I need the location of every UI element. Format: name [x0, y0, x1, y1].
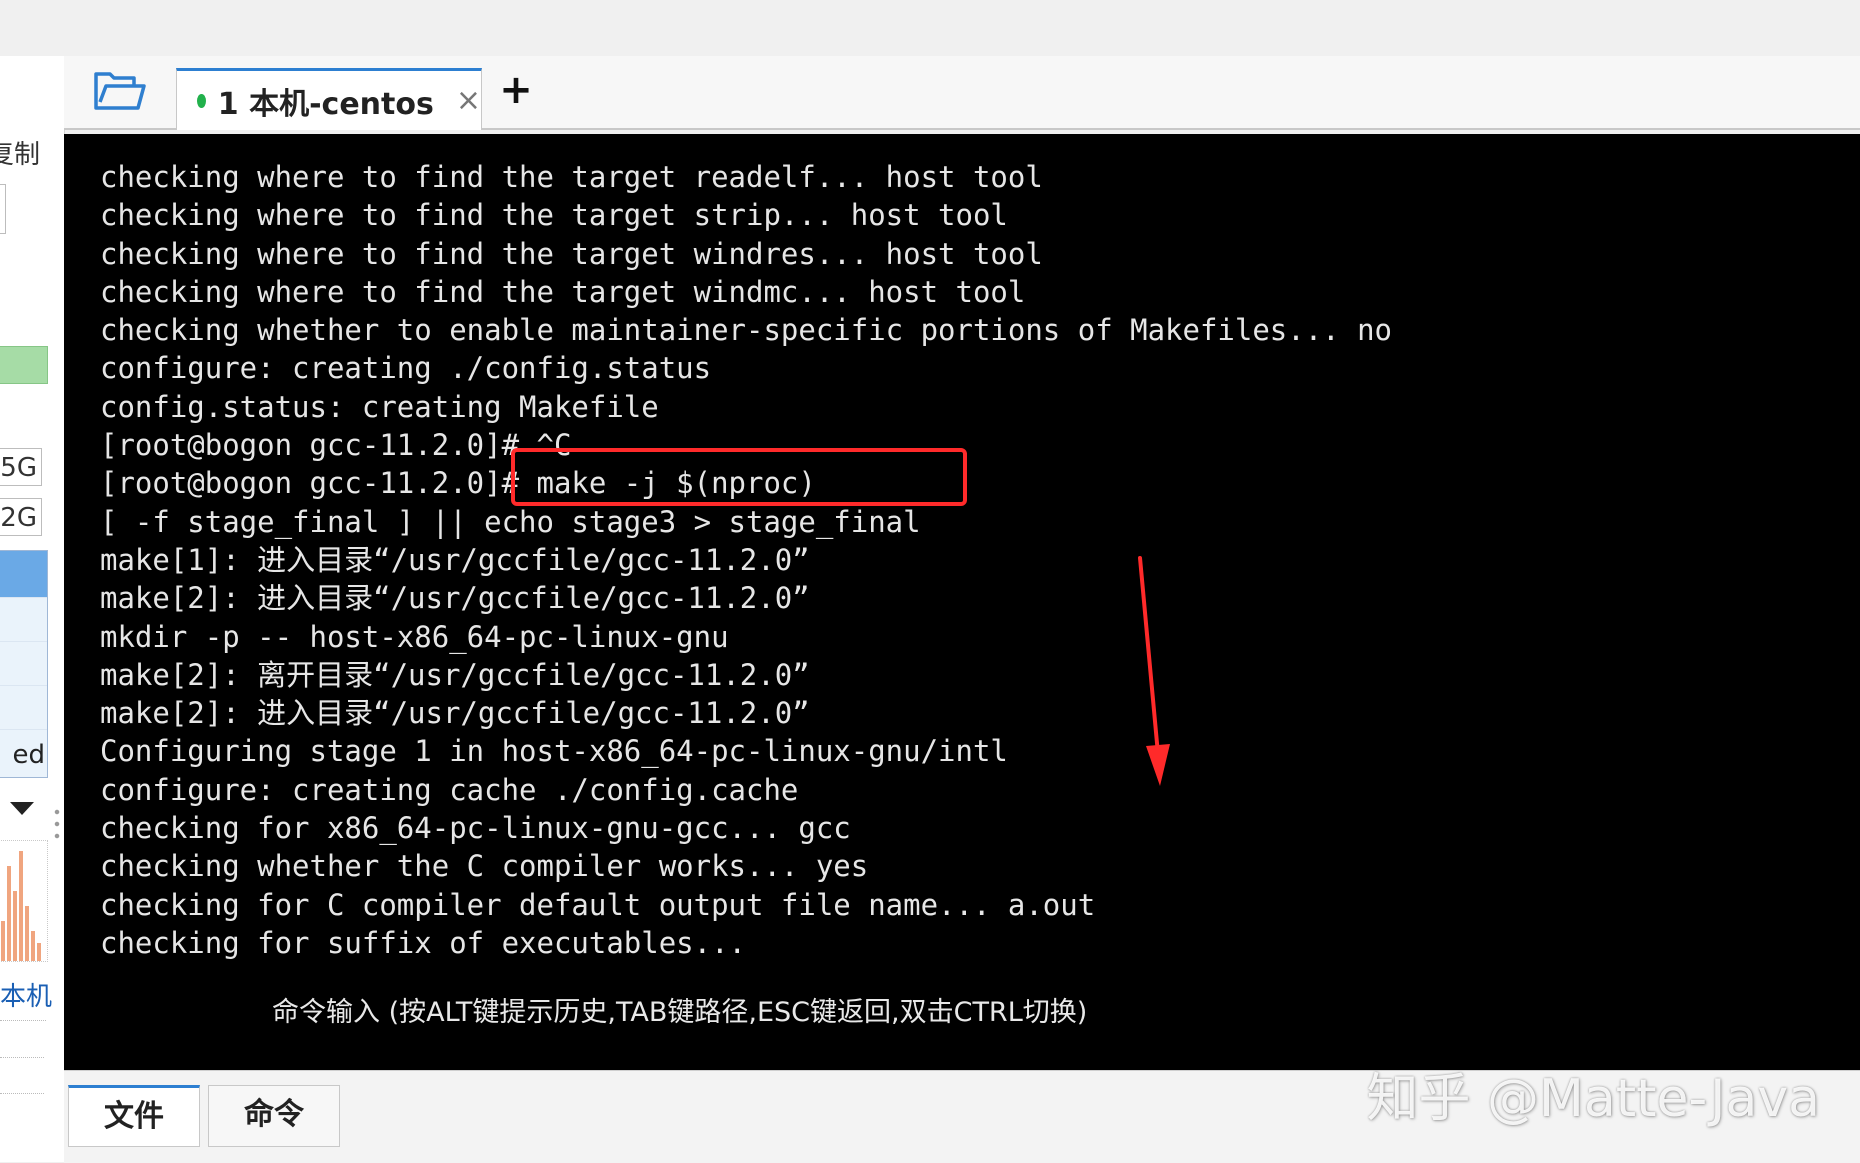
terminal-line: make[2]: 进入目录“/usr/gccfile/gcc-11.2.0”	[100, 696, 810, 731]
command-highlight-box	[511, 448, 967, 506]
terminal-line: configure: creating cache ./config.cache	[100, 772, 799, 807]
terminal-line: make[2]: 离开目录“/usr/gccfile/gcc-11.2.0”	[100, 657, 810, 692]
tab-label: 1 本机-centos	[217, 86, 434, 122]
tab-session-centos[interactable]: 1 本机-centos ×	[176, 68, 482, 130]
list-item[interactable]: ed	[0, 729, 47, 774]
sidebar-input[interactable]	[0, 184, 6, 234]
splitter-grip[interactable]	[54, 806, 60, 842]
folder-open-icon[interactable]	[92, 68, 148, 114]
arrow-down-icon	[1138, 556, 1170, 786]
terminal-line: make[1]: 进入目录“/usr/gccfile/gcc-11.2.0”	[100, 542, 810, 577]
terminal-line: checking for x86_64-pc-linux-gnu-gcc... …	[100, 811, 851, 846]
terminal-output[interactable]: checking where to find the target readel…	[64, 134, 1860, 1070]
tab-files[interactable]: 文件	[68, 1085, 200, 1147]
terminal-line: checking for C compiler default output f…	[100, 887, 1096, 922]
terminal-line: checking whether the C compiler works...…	[100, 849, 869, 884]
close-icon[interactable]: ×	[456, 85, 481, 116]
local-host-link[interactable]: 本机	[0, 976, 52, 1013]
terminal-line: checking whether to enable maintainer-sp…	[100, 313, 1393, 348]
command-input-hint[interactable]: 命令输入 (按ALT键提示历史,TAB键路径,ESC键返回,双击CTRL切换)	[272, 990, 1087, 1029]
size-field-a: 5G	[0, 448, 42, 486]
watermark: 知乎 @Matte-Java	[1366, 1069, 1820, 1129]
network-chart	[0, 840, 48, 962]
list-item[interactable]	[0, 641, 47, 686]
terminal-line: Configuring stage 1 in host-x86_64-pc-li…	[100, 734, 1008, 769]
terminal-line: checking for suffix of executables...	[100, 925, 747, 960]
terminal-line: checking where to find the target windre…	[100, 236, 1043, 271]
tab-commands[interactable]: 命令	[208, 1085, 340, 1147]
left-sidebar: 复制 5G 2G ed 本机	[0, 56, 65, 1162]
terminal-line: configure: creating ./config.status	[100, 351, 712, 386]
copy-label[interactable]: 复制	[0, 134, 40, 171]
terminal-line: mkdir -p -- host-x86_64-pc-linux-gnu	[100, 619, 729, 654]
terminal-line: checking where to find the target readel…	[100, 160, 1043, 194]
sidebar-list[interactable]: ed	[0, 550, 48, 778]
sidebar-dotted-grid	[0, 1020, 46, 1141]
list-item-selected[interactable]	[0, 551, 47, 597]
chevron-down-icon[interactable]	[10, 802, 34, 815]
terminal-line: checking where to find the target strip.…	[100, 198, 1008, 233]
usage-bar	[0, 346, 48, 384]
terminal-line: checking where to find the target windmc…	[100, 274, 1026, 309]
session-tab-strip: 1 本机-centos × +	[64, 56, 1860, 130]
add-tab-button[interactable]: +	[496, 70, 536, 110]
list-item-label: ed	[12, 740, 46, 770]
connected-status-icon	[197, 93, 206, 108]
terminal-line: make[2]: 进入目录“/usr/gccfile/gcc-11.2.0”	[100, 581, 810, 616]
terminal-line: config.status: creating Makefile	[100, 389, 659, 424]
terminal-line: [ -f stage_final ] || echo stage3 > stag…	[100, 504, 921, 539]
list-item[interactable]	[0, 685, 47, 730]
list-item[interactable]	[0, 597, 47, 642]
size-field-b: 2G	[0, 498, 42, 536]
terminal-lines: checking where to find the target readel…	[100, 158, 1392, 962]
